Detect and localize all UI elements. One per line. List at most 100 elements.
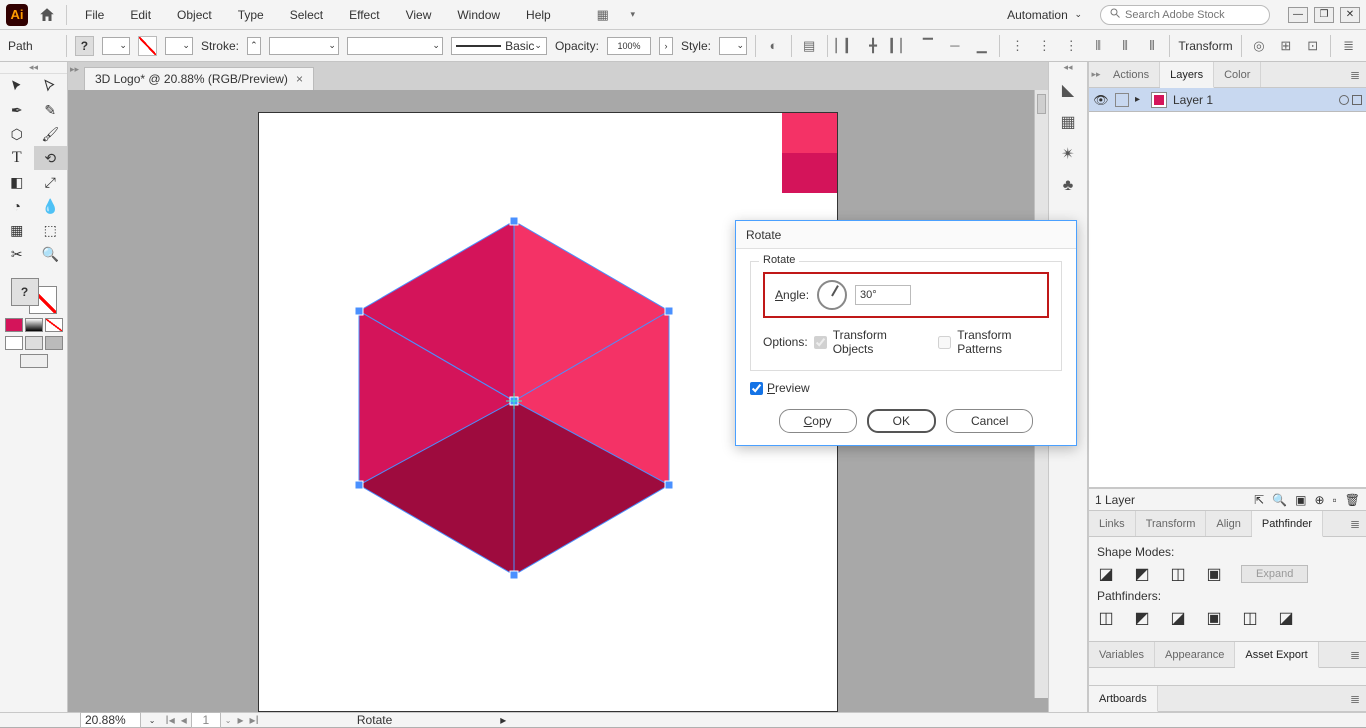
transform-link[interactable]: Transform — [1178, 39, 1232, 53]
tab-variables[interactable]: Variables — [1089, 642, 1155, 667]
panel-menu-icon[interactable]: ≣ — [1339, 36, 1358, 56]
paintbrush-tool[interactable]: 🖌 — [34, 122, 68, 146]
properties-icon[interactable]: ◣ — [1049, 74, 1087, 106]
home-icon[interactable] — [38, 6, 56, 24]
zoom-tool[interactable]: 🔍 — [34, 242, 68, 266]
tab-align[interactable]: Align — [1206, 511, 1251, 536]
document-tab[interactable]: 3D Logo* @ 20.88% (RGB/Preview) × — [84, 67, 314, 90]
tab-links[interactable]: Links — [1089, 511, 1136, 536]
shape-mode-icon[interactable]: ⊞ — [1276, 36, 1295, 56]
distribute-h1-icon[interactable]: ⋮ — [1008, 36, 1027, 56]
menu-select[interactable]: Select — [282, 0, 331, 29]
trim-icon[interactable]: ◩ — [1133, 609, 1151, 627]
stroke-profile[interactable]: ⌄ — [347, 37, 443, 55]
collapse-panels-icon[interactable]: ▸▸ — [1089, 62, 1103, 87]
close-tab-icon[interactable]: × — [296, 72, 303, 86]
recolor-icon[interactable]: ◐ — [764, 36, 783, 56]
layer-name[interactable]: Layer 1 — [1173, 93, 1213, 107]
direct-selection-tool[interactable] — [34, 74, 68, 98]
edit-clip-icon[interactable]: ⊡ — [1303, 36, 1322, 56]
align-hcenter-icon[interactable]: ╋ — [864, 36, 883, 56]
tab-appearance[interactable]: Appearance — [1155, 642, 1235, 667]
minus-front-icon[interactable]: ◩ — [1133, 565, 1151, 583]
rotate-tool[interactable]: ⟲ — [34, 146, 68, 170]
align-top-icon[interactable]: ▔ — [918, 36, 937, 56]
eyedropper-tool[interactable]: 💧 — [34, 194, 68, 218]
collapse-tools-icon[interactable]: ◂◂ — [0, 62, 67, 74]
opacity-field[interactable]: 100% — [607, 37, 651, 55]
align-vcenter-icon[interactable]: ─ — [945, 36, 964, 56]
expand-button[interactable]: Expand — [1241, 565, 1308, 583]
tab-actions[interactable]: Actions — [1103, 62, 1160, 87]
preview-checkbox[interactable] — [750, 382, 763, 395]
fill-swatch[interactable]: ? — [75, 36, 94, 56]
draw-behind[interactable] — [25, 336, 43, 350]
distribute-h3-icon[interactable]: ⋮ — [1062, 36, 1081, 56]
draw-inside[interactable] — [45, 336, 63, 350]
distribute-v3-icon[interactable]: ⫴ — [1143, 36, 1162, 56]
symbols-icon[interactable]: ♣ — [1049, 170, 1087, 202]
layers-panel[interactable]: 👁 ▸ Layer 1 — [1089, 88, 1366, 488]
arrange-documents-icon[interactable]: ▦ — [593, 5, 613, 25]
search-layer-icon[interactable]: 🔍 — [1272, 493, 1287, 507]
new-layer-icon[interactable]: ▫ — [1333, 493, 1337, 507]
align-left-icon[interactable]: ▏▎ — [836, 36, 856, 56]
search-input[interactable] — [1125, 9, 1261, 21]
angle-input[interactable] — [855, 285, 911, 305]
cube-artwork[interactable] — [359, 221, 669, 581]
crop-icon[interactable]: ▣ — [1205, 609, 1223, 627]
fill-dropdown[interactable]: ⌄ — [102, 37, 130, 55]
screen-mode[interactable] — [20, 354, 48, 368]
brush-definition[interactable]: Basic ⌄ — [451, 37, 547, 55]
layer-row[interactable]: 👁 ▸ Layer 1 — [1089, 88, 1366, 112]
last-artboard-icon[interactable]: ▸I — [248, 713, 261, 727]
menu-file[interactable]: File — [77, 0, 112, 29]
minimize-button[interactable]: — — [1288, 7, 1308, 23]
merge-icon[interactable]: ◪ — [1169, 609, 1187, 627]
artboard-tool[interactable]: ✂ — [0, 242, 34, 266]
menu-edit[interactable]: Edit — [122, 0, 159, 29]
expand-layer-icon[interactable]: ▸ — [1135, 94, 1145, 105]
intersect-icon[interactable]: ◫ — [1169, 565, 1187, 583]
ok-button[interactable]: OK — [867, 409, 936, 433]
expand-docstrip-icon[interactable]: ▸▸ — [70, 64, 82, 76]
divide-icon[interactable]: ◫ — [1097, 609, 1115, 627]
panel-menu-icon[interactable]: ≣ — [1344, 642, 1366, 667]
fill-stroke-swatch[interactable]: ? — [11, 278, 57, 314]
expand-dock-icon[interactable]: ◂◂ — [1049, 62, 1087, 74]
copy-button[interactable]: Copy — [779, 409, 857, 433]
menu-type[interactable]: Type — [230, 0, 272, 29]
align-panel-icon[interactable]: ▤ — [800, 36, 819, 56]
panel-menu-icon[interactable]: ≣ — [1344, 62, 1366, 87]
prev-artboard-icon[interactable]: ◂ — [179, 713, 189, 727]
delete-layer-icon[interactable]: 🗑 — [1345, 493, 1360, 507]
align-right-icon[interactable]: ▎▏ — [890, 36, 910, 56]
outline-icon[interactable]: ◫ — [1241, 609, 1259, 627]
zoom-field[interactable]: 20.88% — [80, 712, 141, 728]
tab-layers[interactable]: Layers — [1160, 62, 1214, 88]
lock-slot[interactable] — [1115, 93, 1129, 107]
tab-transform[interactable]: Transform — [1136, 511, 1207, 536]
panel-menu-icon[interactable]: ≣ — [1344, 686, 1366, 711]
angle-dial[interactable] — [817, 280, 847, 310]
locate-layer-icon[interactable]: ⇱ — [1254, 493, 1264, 507]
exclude-icon[interactable]: ▣ — [1205, 565, 1223, 583]
distribute-v1-icon[interactable]: ⫴ — [1089, 36, 1108, 56]
stroke-swatch[interactable] — [138, 36, 157, 56]
brushes-icon[interactable]: ✴ — [1049, 138, 1087, 170]
type-tool[interactable]: T — [0, 146, 34, 170]
menu-help[interactable]: Help — [518, 0, 559, 29]
graphic-style[interactable]: ⌄ — [719, 37, 747, 55]
chevron-down-icon[interactable]: ▾ — [623, 5, 643, 25]
cancel-button[interactable]: Cancel — [946, 409, 1033, 433]
color-mode[interactable] — [5, 318, 23, 332]
tab-artboards[interactable]: Artboards — [1089, 686, 1158, 712]
close-button[interactable]: ✕ — [1340, 7, 1360, 23]
isolate-icon[interactable]: ◎ — [1250, 36, 1269, 56]
distribute-v2-icon[interactable]: ⫴ — [1116, 36, 1135, 56]
unite-icon[interactable]: ◪ — [1097, 565, 1115, 583]
align-bottom-icon[interactable]: ▁ — [972, 36, 991, 56]
visibility-icon[interactable]: 👁 — [1093, 93, 1109, 107]
swatches-icon[interactable]: ▦ — [1049, 106, 1087, 138]
draw-normal[interactable] — [5, 336, 23, 350]
